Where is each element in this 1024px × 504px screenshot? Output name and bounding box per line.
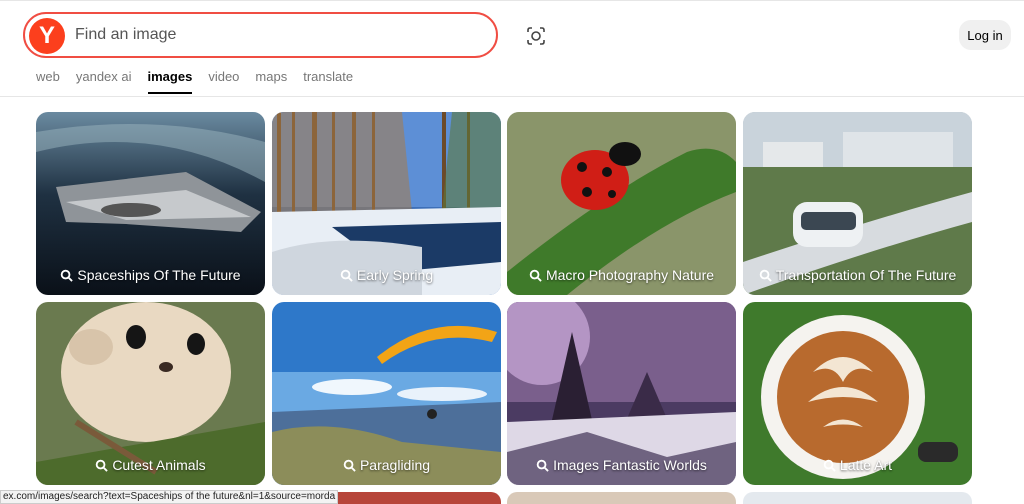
search-icon (529, 269, 542, 282)
camera-search-icon[interactable] (524, 24, 548, 48)
card-title: Paragliding (359, 457, 431, 473)
image-card-peek[interactable] (743, 492, 972, 504)
image-card-transportation[interactable]: Transportation Of The Future (743, 112, 972, 295)
card-label: Paragliding (272, 457, 501, 473)
image-card-peek[interactable] (507, 492, 736, 504)
login-button[interactable]: Log in (959, 20, 1011, 50)
search-icon (343, 459, 356, 472)
card-title: Latte Art (839, 457, 893, 473)
card-title: Images Fantastic Worlds (553, 457, 707, 473)
tab-web[interactable]: web (36, 69, 60, 95)
card-title: Cutest Animals (112, 457, 206, 473)
yandex-logo-icon[interactable]: Y (29, 18, 65, 54)
search-icon (536, 459, 549, 472)
tab-video[interactable]: video (208, 69, 239, 95)
search-icon (823, 459, 836, 472)
tab-translate[interactable]: translate (303, 69, 353, 95)
image-card-macro-photography[interactable]: Macro Photography Nature (507, 112, 736, 295)
image-card-cutest-animals[interactable]: Cutest Animals (36, 302, 265, 485)
image-card-fantastic-worlds[interactable]: Images Fantastic Worlds (507, 302, 736, 485)
status-bar-url: ex.com/images/search?text=Spaceships of … (0, 490, 338, 504)
card-title: Spaceships Of The Future (77, 267, 241, 283)
card-label: Cutest Animals (36, 457, 265, 473)
card-title: Early Spring (356, 267, 434, 283)
image-card-early-spring[interactable]: Early Spring (272, 112, 501, 295)
search-icon (340, 269, 353, 282)
card-label: Early Spring (272, 267, 501, 283)
card-label: Images Fantastic Worlds (507, 457, 736, 473)
card-label: Spaceships Of The Future (36, 267, 265, 283)
card-title: Macro Photography Nature (545, 267, 715, 283)
image-card-latte-art[interactable]: Latte Art (743, 302, 972, 485)
search-icon (61, 269, 74, 282)
tab-maps[interactable]: maps (255, 69, 287, 95)
search-box[interactable]: Y (23, 12, 498, 58)
image-card-paragliding[interactable]: Paragliding (272, 302, 501, 485)
card-label: Macro Photography Nature (507, 267, 736, 283)
card-title: Transportation Of The Future (775, 267, 957, 283)
header-divider (0, 96, 1024, 97)
search-tabs: web yandex ai images video maps translat… (36, 69, 369, 95)
search-input[interactable] (75, 22, 475, 48)
tab-yandex-ai[interactable]: yandex ai (76, 69, 132, 95)
search-icon (759, 269, 772, 282)
tab-images[interactable]: images (147, 69, 192, 95)
image-card-spaceships[interactable]: Spaceships Of The Future (36, 112, 265, 295)
search-icon (96, 459, 109, 472)
card-label: Transportation Of The Future (743, 267, 972, 283)
top-border (0, 0, 1024, 1)
card-label: Latte Art (743, 457, 972, 473)
